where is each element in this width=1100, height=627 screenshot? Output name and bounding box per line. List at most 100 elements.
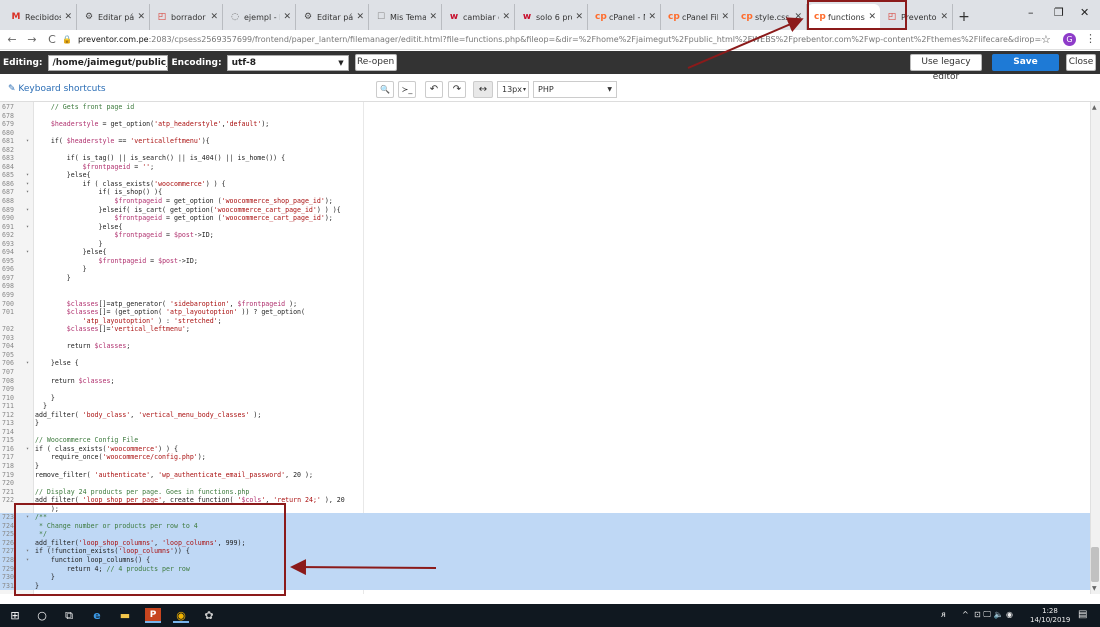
code-line[interactable]: 709 — [0, 385, 1090, 394]
undo-icon[interactable]: ↶ — [425, 81, 443, 98]
close-window-icon[interactable]: ✕ — [1080, 6, 1089, 19]
tab-close-icon[interactable]: ✕ — [794, 12, 802, 22]
fold-arrow-icon[interactable]: ▾ — [26, 248, 29, 257]
search-icon[interactable]: 🔍 — [376, 81, 394, 98]
code-line[interactable]: 683 if( is_tag() || is_search() || is_40… — [0, 154, 1090, 163]
code-line[interactable]: 696 } — [0, 265, 1090, 274]
browser-tab[interactable]: cpcPanel File✕ — [661, 4, 734, 30]
code-line[interactable]: 716 ▾ if ( class_exists('woocommerce') ) { — [0, 445, 1090, 454]
legacy-editor-button[interactable]: Use legacy editor — [910, 54, 982, 82]
people-icon[interactable]: ᴙ — [941, 610, 946, 619]
browser-tab[interactable]: ◌ ejempl - Pl✕ — [223, 4, 296, 30]
fold-arrow-icon[interactable]: ▾ — [26, 206, 29, 215]
code-line[interactable]: 677 // Gets front page id — [0, 103, 1090, 112]
tab-close-icon[interactable]: ✕ — [502, 12, 510, 22]
back-icon[interactable]: ← — [4, 33, 20, 46]
code-line[interactable]: 702 $classes[]='vertical_leftmenu'; — [0, 325, 1090, 334]
code-line[interactable]: 707 — [0, 368, 1090, 377]
encoding-select[interactable]: utf-8 ▼ — [226, 54, 349, 71]
scrollbar-thumb[interactable] — [1091, 547, 1099, 582]
app-icon[interactable]: ✿ — [201, 608, 217, 623]
start-icon[interactable]: ⊞ — [7, 608, 23, 623]
browser-tab[interactable]: w solo 6 prod✕ — [515, 4, 588, 30]
language-select[interactable]: PHP ▼ — [533, 81, 617, 98]
browser-tab[interactable]: ◰ borrador - ✕ — [150, 4, 223, 30]
code-line[interactable]: 700 $classes[]=atp_generator( 'sidebarop… — [0, 300, 1090, 309]
code-line[interactable]: 681 ▾ if( $headerstyle == 'verticalleftme… — [0, 137, 1090, 146]
tab-close-icon[interactable]: ✕ — [429, 12, 437, 22]
code-line[interactable]: 692 $frontpageid = $post->ID; — [0, 231, 1090, 240]
profile-avatar[interactable]: G — [1063, 33, 1076, 46]
powerpoint-icon[interactable]: P — [145, 608, 161, 623]
code-line[interactable]: 691 ▾ }else{ — [0, 223, 1090, 232]
tab-close-icon[interactable]: ✕ — [356, 12, 364, 22]
code-line[interactable]: 698 — [0, 282, 1090, 291]
code-line[interactable]: 714 — [0, 428, 1090, 437]
new-tab-button[interactable]: + — [953, 4, 975, 30]
tab-close-icon[interactable]: ✕ — [283, 12, 291, 22]
taskbar-clock[interactable]: 1:28 14/10/2019 — [1030, 607, 1070, 625]
code-line[interactable]: 721 // Display 24 products per page. Goes… — [0, 488, 1090, 497]
code-line[interactable]: 712 add_filter( 'body_class', 'vertical_m… — [0, 411, 1090, 420]
code-line[interactable]: 719 remove_filter( 'authenticate', 'wp_au… — [0, 471, 1090, 480]
code-line[interactable]: 710 } — [0, 394, 1090, 403]
search-taskbar-icon[interactable]: ○ — [34, 608, 50, 623]
fold-arrow-icon[interactable]: ▾ — [26, 180, 29, 189]
code-line[interactable]: 680 — [0, 129, 1090, 138]
code-line[interactable]: 717 require_once('woocommerce/config.php… — [0, 453, 1090, 462]
maximize-icon[interactable]: ❐ — [1054, 6, 1064, 19]
code-line[interactable]: 715 // Woocommerce Config File — [0, 436, 1090, 445]
tray-chevron-icon[interactable]: ^ — [962, 610, 969, 619]
tab-close-icon[interactable]: ✕ — [940, 12, 948, 22]
reopen-button[interactable]: Re-open — [354, 54, 397, 71]
browser-tab[interactable]: cpcPanel - Ma✕ — [588, 4, 661, 30]
wrap-icon[interactable]: ↔ — [473, 81, 493, 98]
bookmark-star-icon[interactable]: ☆ — [1041, 33, 1051, 46]
tab-close-icon[interactable]: ✕ — [721, 12, 729, 22]
code-line[interactable]: 703 — [0, 334, 1090, 343]
code-line[interactable]: 693 } — [0, 240, 1090, 249]
code-line[interactable]: 708 return $classes; — [0, 377, 1090, 386]
scroll-up-icon[interactable]: ▲ — [1092, 104, 1097, 111]
code-line[interactable]: 695 $frontpageid = $post->ID; — [0, 257, 1090, 266]
code-line[interactable]: 718} — [0, 462, 1090, 471]
code-line[interactable]: 697 } — [0, 274, 1090, 283]
fold-arrow-icon[interactable]: ▾ — [26, 359, 29, 368]
fold-arrow-icon[interactable]: ▾ — [26, 223, 29, 232]
file-explorer-icon[interactable]: ▬ — [117, 608, 133, 623]
scroll-down-icon[interactable]: ▼ — [1092, 585, 1097, 592]
code-line[interactable]: 685 ▾ }else{ — [0, 171, 1090, 180]
tab-close-icon[interactable]: ✕ — [64, 12, 72, 22]
code-line[interactable]: 694 ▾ }else{ — [0, 248, 1090, 257]
keyboard-shortcuts-link[interactable]: ✎ Keyboard shortcuts — [8, 84, 106, 94]
code-line[interactable]: 706 ▾ }else { — [0, 359, 1090, 368]
code-line[interactable]: 682 — [0, 146, 1090, 155]
code-line[interactable]: 687 ▾ if( is_shop() ){ — [0, 188, 1090, 197]
tray-status-icons[interactable]: ⊡ 🖵 🔈 ◉ — [974, 610, 1013, 620]
code-line[interactable]: 701 $classes[]= (get_option( 'atp_layout… — [0, 308, 1090, 317]
browser-tab[interactable]: ⚙ Editar págin✕ — [77, 4, 150, 30]
edge-icon[interactable]: e — [89, 608, 105, 623]
terminal-icon[interactable]: ≻_ — [398, 81, 416, 98]
fold-arrow-icon[interactable]: ▾ — [26, 171, 29, 180]
task-view-icon[interactable]: ⧉ — [61, 608, 77, 623]
notification-icon[interactable]: ▤ — [1078, 609, 1087, 620]
editor-scrollbar[interactable]: ▲ ▼ — [1090, 102, 1100, 594]
reload-icon[interactable]: C — [44, 33, 60, 46]
code-line[interactable]: 684 $frontpageid = ''; — [0, 163, 1090, 172]
code-line[interactable]: 711 } — [0, 402, 1090, 411]
code-line[interactable]: 690 $frontpageid = get_option ('woocomme… — [0, 214, 1090, 223]
code-line[interactable]: 704 return $classes; — [0, 342, 1090, 351]
chrome-icon[interactable]: ◉ — [173, 608, 189, 623]
file-path-field[interactable]: /home/jaimegut/public_ht — [47, 54, 168, 71]
code-line[interactable]: 686 ▾ if ( class_exists('woocommerce') ) … — [0, 180, 1090, 189]
font-size-select[interactable]: 13px ▾ — [497, 81, 529, 98]
fold-arrow-icon[interactable]: ▾ — [26, 445, 29, 454]
browser-menu-icon[interactable]: ⋮ — [1085, 32, 1096, 45]
browser-tab[interactable]: M Recibidos (✕ — [4, 4, 77, 30]
browser-tab[interactable]: ⚙ Editar págin✕ — [296, 4, 369, 30]
tab-close-icon[interactable]: ✕ — [575, 12, 583, 22]
fold-arrow-icon[interactable]: ▾ — [26, 188, 29, 197]
tab-close-icon[interactable]: ✕ — [210, 12, 218, 22]
code-line[interactable]: 713} — [0, 419, 1090, 428]
